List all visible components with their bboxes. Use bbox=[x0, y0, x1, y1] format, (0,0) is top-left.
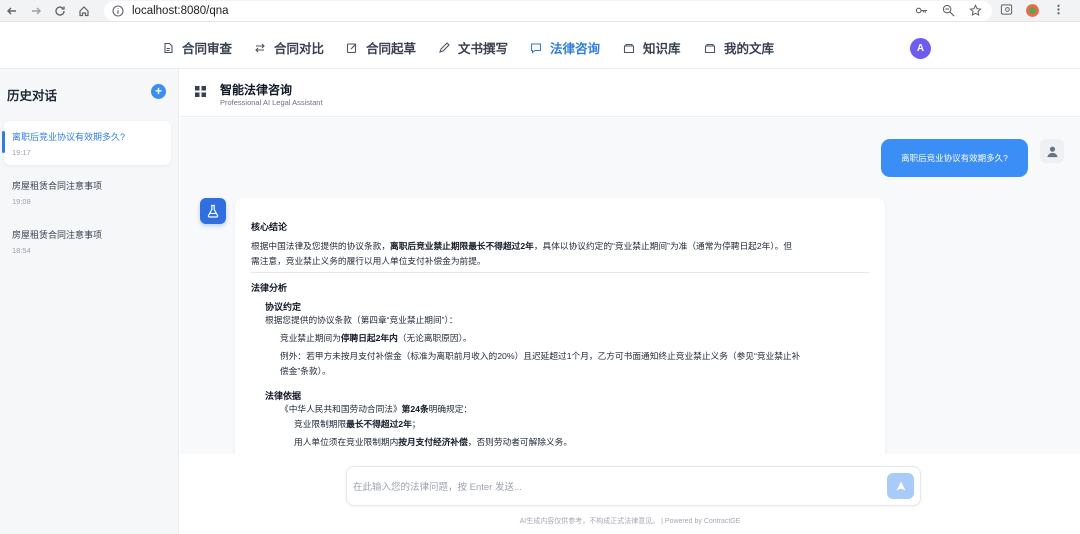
zoom-icon[interactable] bbox=[942, 4, 955, 17]
folder-icon bbox=[704, 43, 716, 53]
page-title: 智能法律咨询 bbox=[220, 83, 293, 97]
conversation-time: 19:17 bbox=[12, 148, 31, 157]
answer-paragraph: 例外：若甲方未按月支付补偿金（标准为离职前月收入的20%）且迟延超过1个月，乙方… bbox=[280, 351, 801, 361]
home-icon[interactable] bbox=[72, 0, 96, 22]
section-heading: 法律分析 bbox=[251, 283, 288, 293]
subsection-heading: 协议约定 bbox=[265, 302, 302, 312]
user-message: 离职后竞业协议有效期多久? bbox=[881, 139, 1028, 177]
list-item[interactable]: 房屋租赁合同注意事项 19:08 bbox=[4, 170, 171, 214]
answer-paragraph: 竞业禁止期间为停聘日起2年内（无论离职原因）。 bbox=[280, 333, 472, 343]
nav-my-library[interactable]: 我的文库 bbox=[704, 38, 774, 57]
answer-paragraph: 偿金”条款）。 bbox=[280, 366, 331, 376]
nav-document-writing[interactable]: 文书撰写 bbox=[438, 38, 508, 57]
nav-legal-consult[interactable]: 法律咨询 bbox=[530, 38, 600, 57]
page-subtitle: Professional AI Legal Assistant bbox=[220, 98, 323, 107]
subsection-heading: 法律依据 bbox=[265, 391, 302, 401]
answer-paragraph: 根据中国法律及您提供的协议条款，离职后竞业禁止期限最长不得超过2年，具体以协议约… bbox=[251, 241, 793, 251]
user-icon bbox=[1046, 146, 1058, 157]
assistant-avatar bbox=[200, 198, 226, 224]
info-icon bbox=[112, 5, 124, 17]
star-icon[interactable] bbox=[969, 4, 982, 17]
menu-icon[interactable] bbox=[1052, 3, 1065, 21]
extension-icon[interactable] bbox=[1025, 3, 1040, 21]
conversation-time: 18:54 bbox=[12, 246, 31, 255]
avatar[interactable]: A bbox=[910, 38, 931, 59]
footer-disclaimer: AI生成内容仅供参考，不构成正式法律意见。 | Powered by Contr… bbox=[519, 518, 741, 525]
new-chat-button[interactable]: + bbox=[151, 84, 166, 99]
back-icon[interactable] bbox=[0, 0, 24, 22]
conversation-title: 离职后竞业协议有效期多久? bbox=[12, 132, 126, 142]
list-item[interactable]: 离职后竞业协议有效期多久? 19:17 bbox=[2, 121, 171, 165]
history-sidebar: 历史对话 + 离职后竞业协议有效期多久? 19:17 房屋租赁合同注意事项 19… bbox=[0, 69, 179, 534]
conversation-title: 房屋租赁合同注意事项 bbox=[12, 181, 103, 191]
sidebar-title: 历史对话 bbox=[7, 89, 58, 103]
chat-icon bbox=[530, 42, 542, 54]
message-composer bbox=[346, 466, 921, 506]
document-icon bbox=[164, 42, 173, 53]
top-navigation: 合同审查 合同对比 合同起草 文书撰写 法律咨询 知识库 我的文库 A bbox=[0, 22, 1080, 69]
answer-paragraph: 竞业限制期限最长不得超过2年； bbox=[294, 419, 421, 429]
grid-icon bbox=[195, 86, 206, 97]
reading-list-icon[interactable] bbox=[1000, 3, 1013, 21]
conversation-title: 房屋租赁合同注意事项 bbox=[12, 230, 103, 240]
forward-icon[interactable] bbox=[24, 0, 48, 22]
answer-paragraph: 根据您提供的协议条款（第四章“竞业禁止期间”）： bbox=[265, 315, 458, 325]
folder-icon bbox=[623, 43, 635, 53]
swap-icon bbox=[255, 43, 265, 52]
url-text: localhost:8080/qna bbox=[132, 5, 229, 17]
pen-icon bbox=[439, 41, 450, 53]
chat-header bbox=[180, 69, 1080, 117]
nav-contract-draft[interactable]: 合同起草 bbox=[346, 38, 416, 57]
answer-paragraph: 需注意，竞业禁止义务的履行以用人单位支付补偿金为前提。 bbox=[251, 256, 486, 266]
section-heading: 核心结论 bbox=[251, 222, 288, 232]
edit-icon bbox=[346, 42, 357, 53]
address-bar[interactable]: localhost:8080/qna bbox=[104, 1, 992, 21]
flask-icon bbox=[207, 204, 219, 218]
question-input[interactable] bbox=[353, 479, 873, 495]
user-avatar bbox=[1040, 139, 1064, 163]
send-icon bbox=[896, 481, 905, 491]
browser-toolbar: localhost:8080/qna bbox=[0, 0, 1080, 22]
nav-knowledge-base[interactable]: 知识库 bbox=[623, 38, 681, 57]
reload-icon[interactable] bbox=[48, 0, 72, 22]
list-item[interactable]: 房屋租赁合同注意事项 18:54 bbox=[4, 219, 171, 263]
key-icon[interactable] bbox=[915, 4, 928, 17]
answer-paragraph: 《中华人民共和国劳动合同法》第24条明确规定： bbox=[280, 404, 473, 414]
nav-contract-compare[interactable]: 合同对比 bbox=[254, 38, 324, 57]
send-button[interactable] bbox=[887, 473, 914, 499]
conversation-time: 19:08 bbox=[12, 197, 31, 206]
chat-area[interactable]: 离职后竞业协议有效期多久? 核心结论 根据中国法律及您提供的协议条款，离职后竞业… bbox=[180, 118, 1080, 454]
divider bbox=[251, 272, 869, 273]
nav-contract-review[interactable]: 合同审查 bbox=[162, 38, 232, 57]
assistant-answer: 核心结论 根据中国法律及您提供的协议条款，离职后竞业禁止期限最长不得超过2年，具… bbox=[235, 198, 885, 454]
answer-paragraph: 用人单位须在竞业限制期内按月支付经济补偿，否则劳动者可解除义务。 bbox=[294, 437, 572, 447]
